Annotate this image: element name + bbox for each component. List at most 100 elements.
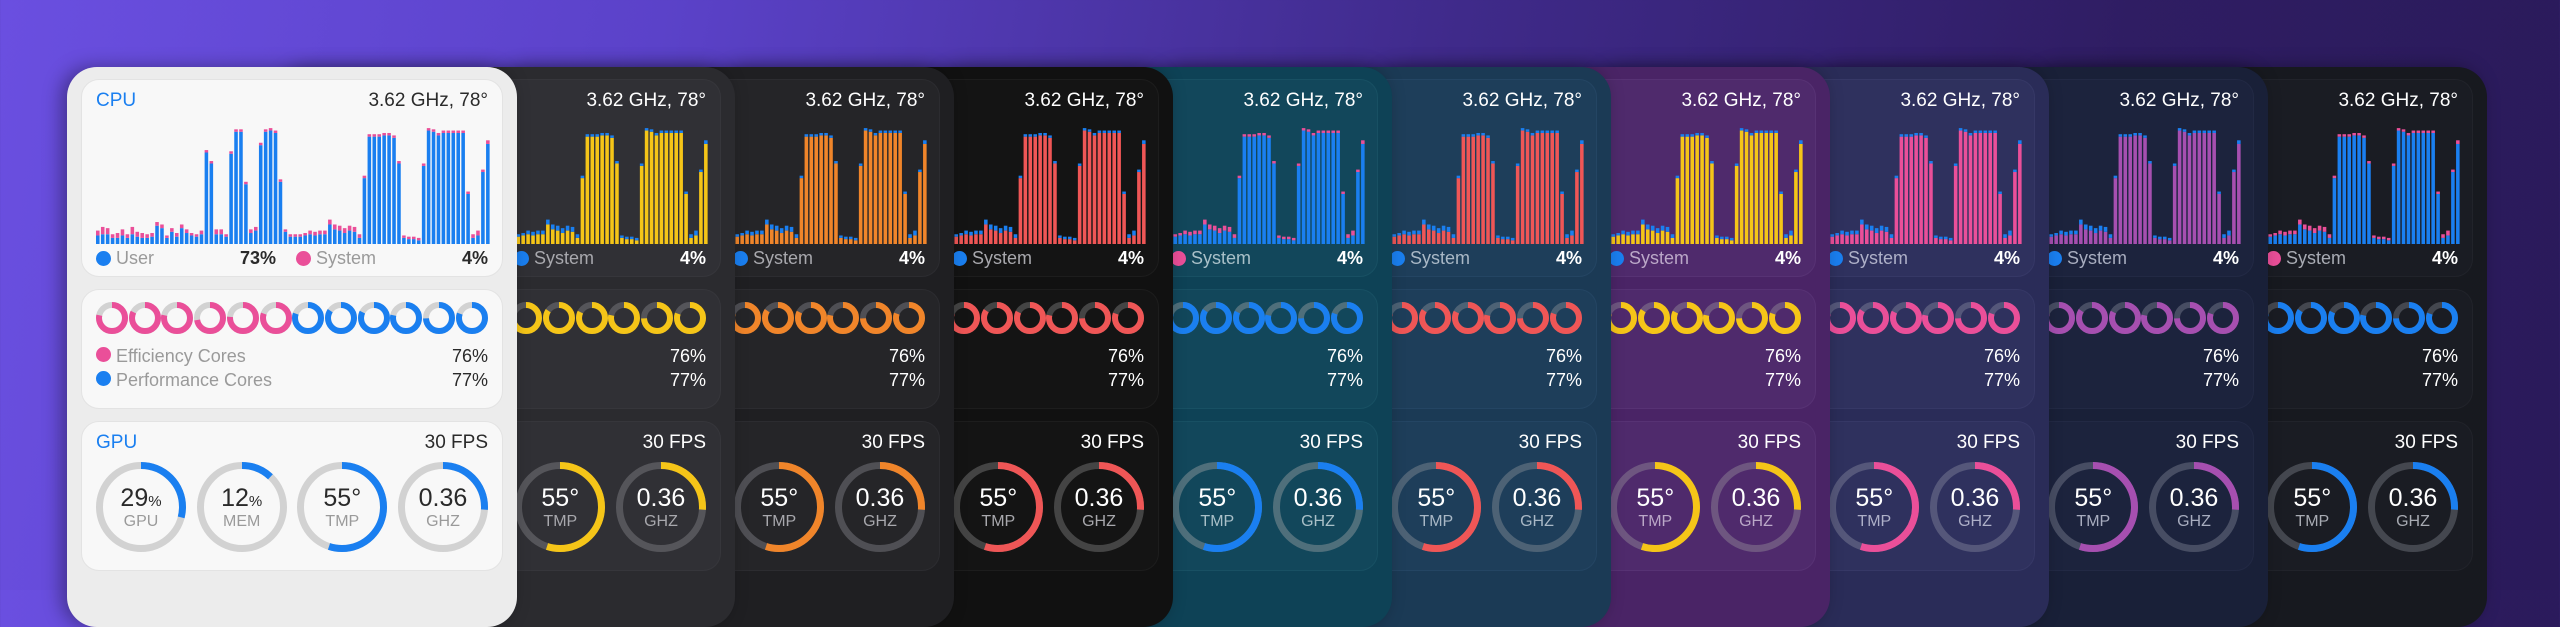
system-bar	[481, 169, 485, 173]
user-bar	[684, 193, 688, 244]
user-bar	[1137, 172, 1141, 244]
user-bar	[1058, 237, 1062, 244]
cpu-bars	[96, 128, 490, 244]
user-bar	[1242, 136, 1247, 244]
system-bar	[809, 134, 814, 137]
user-bar	[2377, 239, 2381, 244]
user-bar	[387, 135, 391, 244]
system-bar	[2431, 130, 2435, 133]
system-bar	[1764, 130, 1769, 133]
user-bar	[2113, 178, 2118, 244]
user-bar	[1744, 131, 1749, 244]
system-bar	[2192, 130, 2197, 133]
user-bar	[551, 229, 555, 244]
system-bar	[893, 130, 897, 133]
system-bar	[1412, 230, 1416, 235]
system-bar	[1068, 236, 1072, 240]
gauge-number: 55°	[2074, 484, 2113, 512]
system-bar	[1695, 132, 1699, 136]
system-bar	[249, 229, 253, 234]
user-bar	[1983, 132, 1988, 244]
user-bar	[1565, 237, 1569, 244]
user-bar	[2013, 172, 2017, 244]
system-bar	[96, 230, 100, 236]
system-bar	[2113, 175, 2118, 179]
user-bar	[1008, 231, 1013, 244]
system-bar	[560, 228, 565, 234]
system-bar	[175, 233, 179, 237]
user-bar	[1993, 132, 1997, 244]
user-bar	[898, 132, 902, 244]
user-bar	[908, 237, 912, 244]
system-bar	[789, 226, 794, 232]
system-bar	[1397, 233, 1401, 236]
user-bar	[170, 231, 174, 244]
user-bar	[1048, 137, 1052, 244]
user-bar	[804, 136, 809, 244]
gauge-label: TMP	[543, 513, 578, 530]
user-bar	[1919, 135, 1923, 244]
system-bar	[2158, 236, 2162, 240]
system-bar	[908, 234, 912, 238]
system-bar	[2172, 163, 2177, 166]
user-bar	[2177, 130, 2182, 244]
system-bar	[1326, 130, 1331, 133]
gauge-ghz: 0.36 GHZ	[397, 462, 488, 552]
system-bar	[1944, 236, 1948, 240]
efficiency-dot-icon	[96, 347, 111, 362]
system-bar	[1212, 225, 1217, 231]
user-bar	[858, 165, 863, 244]
user-bar	[155, 225, 159, 244]
system-value: 4%	[1118, 248, 1145, 268]
user-bar	[913, 235, 917, 244]
gpu-fps: 30 FPS	[1518, 432, 1582, 453]
user-bar	[2362, 137, 2366, 244]
system-bar	[2143, 135, 2147, 138]
performance-value: 77%	[1983, 370, 2020, 390]
system-bar	[1291, 237, 1296, 241]
system-bar	[1948, 237, 1953, 241]
gauge-number: 0.36	[636, 484, 686, 512]
gpu-title: GPU	[96, 432, 138, 453]
user-bar	[1914, 135, 1918, 244]
system-bar	[2451, 169, 2455, 173]
user-bar	[303, 235, 307, 244]
system-bar	[1441, 225, 1446, 231]
system-bar	[1715, 235, 1719, 238]
gauge-label: TMP	[1419, 513, 1454, 530]
system-bar	[1301, 128, 1306, 131]
performance-core-ring	[390, 302, 423, 334]
system-bar	[774, 225, 779, 231]
system-bar	[2446, 230, 2450, 236]
system-bar	[313, 231, 317, 236]
system-bar	[2167, 237, 2172, 241]
user-bar	[2283, 235, 2287, 244]
user-bar	[1092, 135, 1097, 244]
user-bar	[135, 236, 140, 244]
gauge-tmp: 55° TMP	[1172, 462, 1263, 552]
user-bar	[125, 237, 130, 244]
system-bar	[1520, 128, 1525, 131]
user-bar	[130, 234, 135, 244]
user-bar	[2172, 165, 2177, 244]
system-bar	[421, 163, 426, 166]
user-bar	[1082, 130, 1087, 244]
user-bar	[2123, 136, 2128, 244]
system-bar	[1092, 132, 1097, 136]
system-bar	[590, 134, 595, 137]
gauge-tmp: 55° TMP	[2048, 462, 2139, 552]
system-bar	[1855, 230, 1859, 235]
system-bar	[155, 222, 159, 226]
user-bar	[1257, 135, 1261, 244]
cpu-frequency-temp: 3.62 GHz, 78°	[1462, 90, 1582, 111]
system-bar	[165, 235, 169, 238]
system-dot-icon	[2047, 251, 2063, 266]
user-bar	[630, 239, 634, 244]
user-bar	[2049, 236, 2053, 244]
user-bar	[1570, 235, 1574, 244]
system-bar	[1621, 230, 1625, 235]
user-bar	[2372, 237, 2376, 244]
user-bar	[674, 132, 678, 244]
performance-core-ring	[2108, 302, 2141, 334]
system-bar	[392, 135, 396, 138]
